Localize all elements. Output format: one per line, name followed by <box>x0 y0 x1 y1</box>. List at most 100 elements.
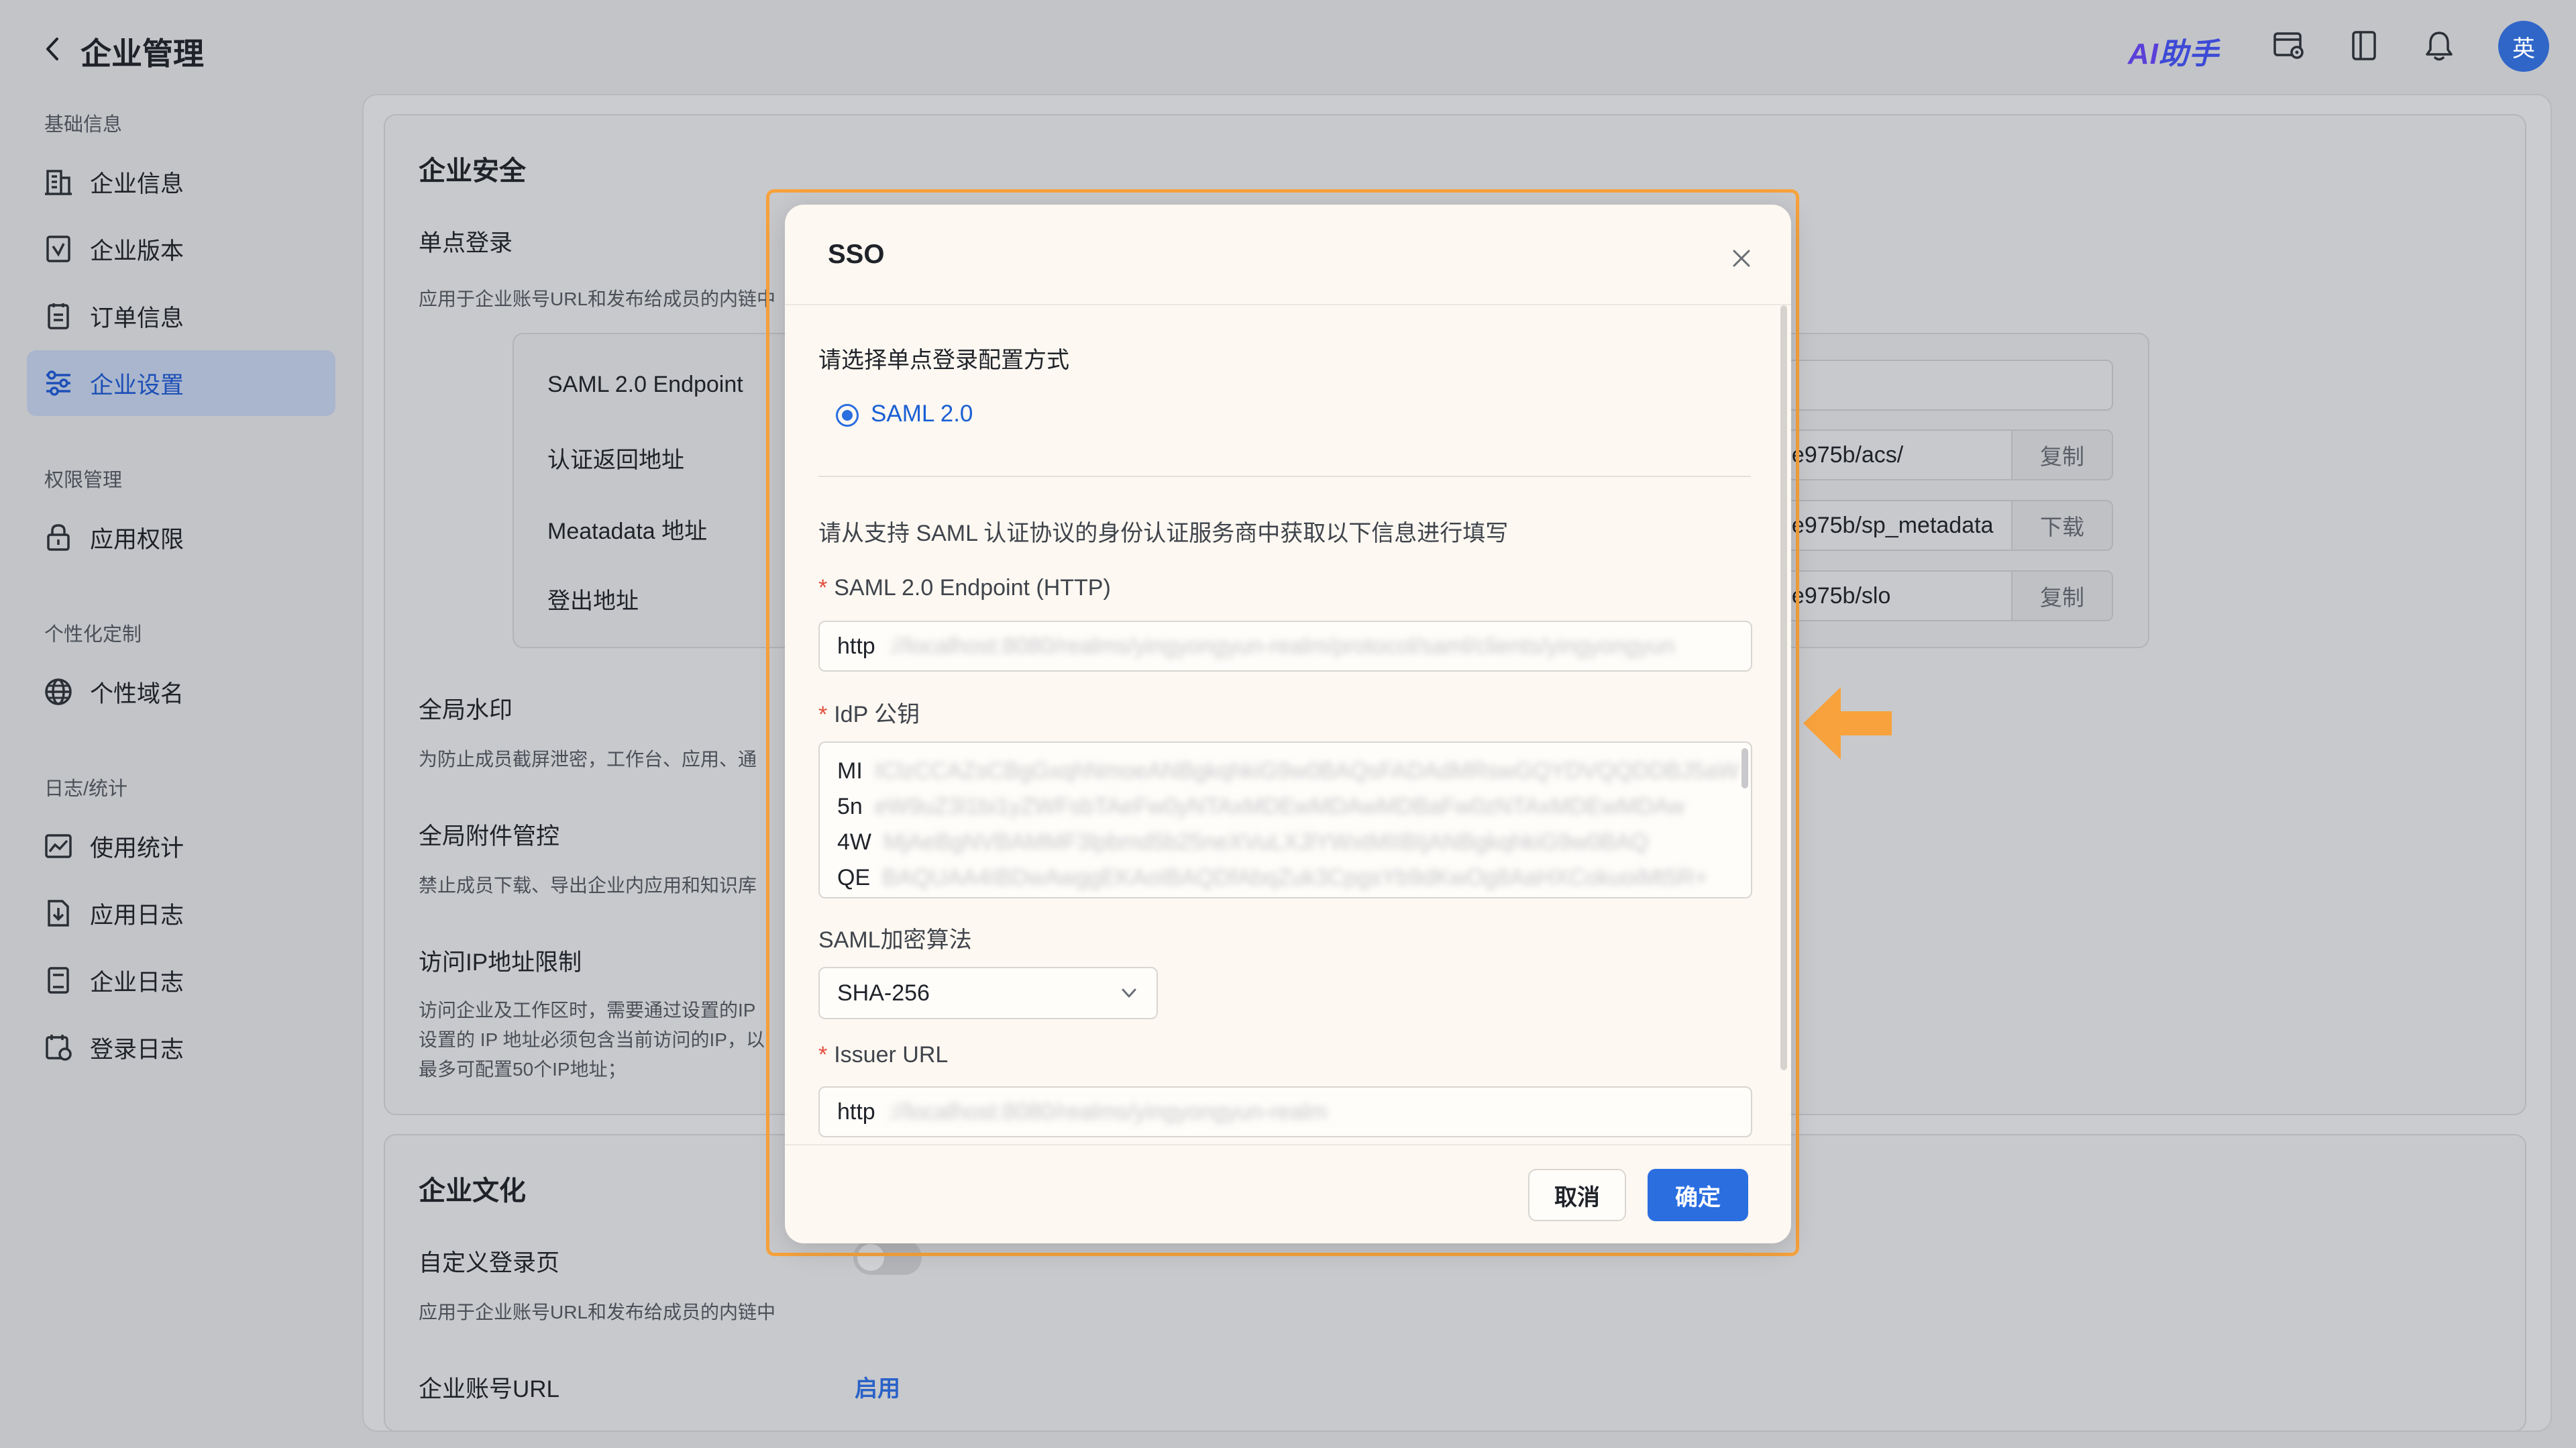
sidebar-item-label: 登录日志 <box>90 1036 184 1063</box>
notebook-button[interactable] <box>2347 28 2381 63</box>
modal-title: SSO <box>828 240 885 269</box>
sso-desc: 应用于企业账号URL和发布给成员的内链中 <box>419 289 776 309</box>
endpoint-label-text: SAML 2.0 Endpoint (HTTP) <box>834 575 1111 601</box>
endpoint-label: * SAML 2.0 Endpoint (HTTP) <box>818 575 1111 601</box>
issuer-input[interactable]: http://localhost:8080/realms/yingyongyun… <box>818 1086 1752 1137</box>
sidebar-item-label: 企业日志 <box>90 969 184 996</box>
endpoint-input[interactable]: http ://localhost:8080/realms/yingyongyun… <box>818 621 1752 672</box>
sidebar-group-logs: 日志/统计 <box>44 778 128 800</box>
attachment-desc: 禁止成员下载、导出企业内应用和知识库 <box>419 875 757 896</box>
cancel-button[interactable]: 取消 <box>1528 1169 1626 1221</box>
required-mark: * <box>818 1042 828 1068</box>
sso-logout-label: 登出地址 <box>547 588 639 614</box>
sso-metadata-value: 3e975b/sp_metadata <box>1771 500 2014 551</box>
copy-acs-button[interactable]: 复制 <box>2011 429 2113 480</box>
modal-scrollbar[interactable] <box>1780 305 1787 1070</box>
ip-limit-desc-1: 访问企业及工作区时，需要通过设置的IP <box>419 1000 756 1021</box>
section-divider <box>818 476 1751 477</box>
sidebar-item-label: 应用日志 <box>90 902 184 929</box>
sidebar-item-app-logs[interactable]: 应用日志 <box>27 880 335 946</box>
custom-login-title: 自定义登录页 <box>419 1250 560 1276</box>
idp-key-line: 4W MjAeBgNVBAMMF3lpbmd5b25neXVuLXJlYWxtMI… <box>837 829 1649 855</box>
order-icon <box>43 301 74 331</box>
chevron-left-icon <box>46 38 58 60</box>
sidebar-item-label: 企业设置 <box>90 372 184 399</box>
building-icon <box>43 166 74 197</box>
issuer-value-blurred: ://localhost:8080/realms/yingyongyun-rea… <box>887 1098 1328 1125</box>
sidebar-item-label: 企业版本 <box>90 238 184 264</box>
issuer-label: * Issuer URL <box>818 1042 948 1068</box>
attachment-title: 全局附件管控 <box>419 823 560 849</box>
idp-key-line: MI IClzCCAZsCBgGxqhNmoeANBgkqhkiG9w0BAQsF… <box>837 758 1739 784</box>
copy-logout-button[interactable]: 复制 <box>2011 570 2113 621</box>
globe-icon <box>43 676 74 707</box>
idp-key-label-text: IdP 公钥 <box>834 702 920 727</box>
custom-login-desc: 应用于企业账号URL和发布给成员的内链中 <box>419 1302 776 1323</box>
chevron-down-icon <box>1122 988 1136 998</box>
sidebar-item-company-version[interactable]: 企业版本 <box>27 216 335 282</box>
notebook-icon <box>43 965 74 996</box>
sidebar-item-company-logs[interactable]: 企业日志 <box>27 947 335 1013</box>
sso-modal: SSO 请选择单点登录配置方式 SAML 2.0 请从支持 SAML 认证协议的… <box>785 205 1791 1243</box>
calendar-log-icon <box>43 1032 74 1063</box>
browser-settings-button[interactable] <box>2271 28 2306 63</box>
idp-key-textarea[interactable]: MI IClzCCAZsCBgGxqhNmoeANBgkqhkiG9w0BAQsF… <box>818 741 1752 898</box>
user-avatar[interactable]: 英 <box>2498 21 2549 72</box>
ip-limit-desc-3: 最多可配置50个IP地址； <box>419 1059 627 1080</box>
sidebar-item-custom-domain[interactable]: 个性域名 <box>27 659 335 725</box>
sidebar-item-label: 应用权限 <box>90 526 184 553</box>
sidebar-group-personalization: 个性化定制 <box>44 624 142 645</box>
required-mark: * <box>818 575 828 601</box>
sso-acs-value: 3e975b/acs/ <box>1771 429 2014 480</box>
account-url-title: 企业账号URL <box>419 1376 560 1402</box>
ai-label: AI <box>2128 38 2159 70</box>
section-title-culture: 企业文化 <box>419 1176 526 1206</box>
sidebar-group-basic: 基础信息 <box>44 114 123 136</box>
endpoint-value-blurred: ://localhost:8080/realms/yingyongyun-rea… <box>887 633 1675 659</box>
sidebar-item-company-settings[interactable]: 企业设置 <box>27 350 335 416</box>
chart-icon <box>43 831 74 862</box>
download-metadata-button[interactable]: 下载 <box>2011 500 2113 551</box>
sso-endpoint-value <box>1771 360 2113 411</box>
sidebar-item-app-permissions[interactable]: 应用权限 <box>27 505 335 570</box>
sidebar-item-login-logs[interactable]: 登录日志 <box>27 1015 335 1080</box>
close-icon <box>1733 250 1750 267</box>
ip-limit-title: 访问IP地址限制 <box>419 949 582 976</box>
endpoint-value: http <box>837 633 875 659</box>
modal-close-button[interactable] <box>1727 244 1756 273</box>
modal-header-divider <box>785 304 1791 305</box>
sidebar-item-label: 订单信息 <box>90 305 184 331</box>
notifications-button[interactable] <box>2422 28 2457 63</box>
bell-icon <box>2426 32 2453 61</box>
algorithm-value: SHA-256 <box>837 980 930 1006</box>
algorithm-label: SAML加密算法 <box>818 927 972 953</box>
sidebar: 基础信息 企业信息 企业版本 订单信息 企业设置 权限管理 应用权限 个性化定制… <box>0 94 349 1448</box>
ip-limit-desc-2: 设置的 IP 地址必须包含当前访问的IP，以 <box>419 1029 765 1050</box>
sidebar-item-label: 企业信息 <box>90 170 184 197</box>
ai-assistant-button[interactable]: AI助手 <box>2128 30 2219 72</box>
back-button[interactable] <box>39 32 66 66</box>
sso-title: 单点登录 <box>419 230 513 256</box>
algorithm-select[interactable]: SHA-256 <box>818 967 1158 1019</box>
sso-logout-value: 3e975b/slo <box>1771 570 2014 621</box>
ai-label-suffix: 助手 <box>2159 38 2219 70</box>
idp-key-line: 5n eW9uZ3l1bi1yZWFsbTAeFw0yNTAxMDEwMDAwMD… <box>837 794 1685 819</box>
watermark-title: 全局水印 <box>419 697 513 723</box>
sidebar-item-orders[interactable]: 订单信息 <box>27 283 335 349</box>
idp-key-line: QE BAQUAA4IBDwAwggEKAoIBAQDfAbqZuk3CpgsYb… <box>837 865 1708 890</box>
issuer-label-text: Issuer URL <box>834 1042 949 1068</box>
sso-metadata-label: Meatadata 地址 <box>547 519 708 544</box>
page-title: 企业管理 <box>80 36 204 71</box>
saml-radio-label[interactable]: SAML 2.0 <box>871 401 973 427</box>
download-doc-icon <box>43 898 74 929</box>
section-title-security: 企业安全 <box>419 156 526 186</box>
saml-radio[interactable] <box>836 404 859 427</box>
sidebar-group-permissions: 权限管理 <box>44 470 123 491</box>
sso-acs-label: 认证返回地址 <box>547 448 684 473</box>
textarea-scrollbar[interactable] <box>1741 748 1748 788</box>
sidebar-item-company-info[interactable]: 企业信息 <box>27 149 335 215</box>
enable-link[interactable]: 启用 <box>855 1370 900 1403</box>
confirm-button[interactable]: 确定 <box>1648 1169 1748 1221</box>
config-method-label: 请选择单点登录配置方式 <box>818 348 1069 373</box>
sidebar-item-usage-stats[interactable]: 使用统计 <box>27 813 335 879</box>
